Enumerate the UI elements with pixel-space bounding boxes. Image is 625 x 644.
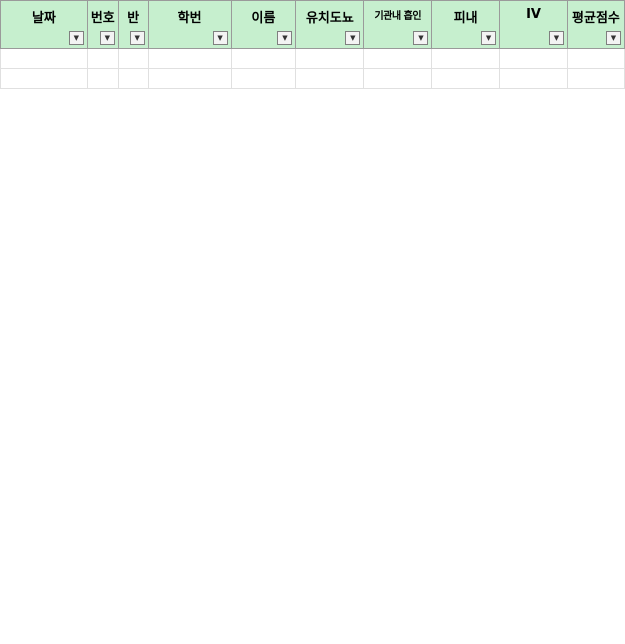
- header-iv[interactable]: IV ▼: [499, 0, 568, 49]
- header-label: 반: [127, 11, 140, 26]
- header-suction[interactable]: 기관내 흡인 ▼: [363, 0, 433, 49]
- empty-cell[interactable]: [431, 68, 501, 89]
- empty-cell[interactable]: [230, 48, 297, 69]
- empty-cell[interactable]: [499, 48, 568, 69]
- empty-cell[interactable]: [0, 68, 88, 89]
- filter-dropdown-icon[interactable]: ▼: [129, 31, 145, 45]
- empty-cell[interactable]: [147, 68, 232, 89]
- empty-cell[interactable]: [363, 68, 433, 89]
- empty-cell[interactable]: [86, 48, 119, 69]
- header-name[interactable]: 이름 ▼: [230, 0, 297, 49]
- filter-dropdown-icon[interactable]: ▼: [481, 31, 497, 45]
- attendance-table: 날짜 ▼ 번호 ▼ 반 ▼ 학번 ▼ 이름 ▼ 유치도뇨 ▼ 기관내 흡인 ▼ 피내 ▼ IV ▼ 평균점수 ▼: [0, 0, 625, 89]
- header-label: 날짜: [31, 11, 56, 26]
- filter-dropdown-icon[interactable]: ▼: [548, 31, 564, 45]
- empty-cell[interactable]: [295, 48, 365, 69]
- empty-cell[interactable]: [117, 48, 149, 69]
- filter-dropdown-icon[interactable]: ▼: [68, 31, 84, 45]
- filter-dropdown-icon[interactable]: ▼: [277, 31, 293, 45]
- header-label: 기관내 흡인: [374, 11, 422, 22]
- filter-dropdown-icon[interactable]: ▼: [413, 31, 429, 45]
- empty-cell[interactable]: [147, 48, 232, 69]
- header-label: 학번: [177, 11, 202, 26]
- header-urinary-catheter[interactable]: 유치도뇨 ▼: [295, 0, 365, 49]
- header-label: 피내: [453, 11, 478, 26]
- empty-row: [0, 68, 625, 89]
- empty-cell[interactable]: [0, 48, 88, 69]
- empty-cell[interactable]: [86, 68, 119, 89]
- filter-dropdown-icon[interactable]: ▼: [212, 31, 228, 45]
- empty-cell[interactable]: [230, 68, 297, 89]
- header-class[interactable]: 반 ▼: [117, 0, 149, 49]
- empty-cell[interactable]: [363, 48, 433, 69]
- header-number[interactable]: 번호 ▼: [86, 0, 119, 49]
- filter-dropdown-icon[interactable]: ▼: [99, 31, 115, 45]
- header-average[interactable]: 평균점수 ▼: [566, 0, 625, 49]
- empty-cell[interactable]: [499, 68, 568, 89]
- header-label: 이름: [251, 11, 276, 26]
- header-student-id[interactable]: 학번 ▼: [147, 0, 232, 49]
- empty-row: [0, 48, 625, 69]
- header-label: IV: [526, 7, 541, 22]
- header-label: 번호: [90, 11, 115, 26]
- empty-cell[interactable]: [117, 68, 149, 89]
- empty-cell[interactable]: [566, 48, 625, 69]
- spreadsheet: 날짜 ▼ 번호 ▼ 반 ▼ 학번 ▼ 이름 ▼ 유치도뇨 ▼ 기관내 흡인 ▼ 피내 ▼ IV ▼ 평균점수 ▼: [0, 0, 625, 644]
- empty-cell[interactable]: [431, 48, 501, 69]
- empty-cell[interactable]: [566, 68, 625, 89]
- filter-dropdown-icon[interactable]: ▼: [606, 31, 621, 45]
- filter-dropdown-icon[interactable]: ▼: [345, 31, 361, 45]
- header-intradermal[interactable]: 피내 ▼: [431, 0, 501, 49]
- header-label: 유치도뇨: [305, 11, 354, 26]
- header-label: 평균점수: [572, 11, 620, 26]
- empty-cell[interactable]: [295, 68, 365, 89]
- header-date[interactable]: 날짜 ▼: [0, 0, 88, 49]
